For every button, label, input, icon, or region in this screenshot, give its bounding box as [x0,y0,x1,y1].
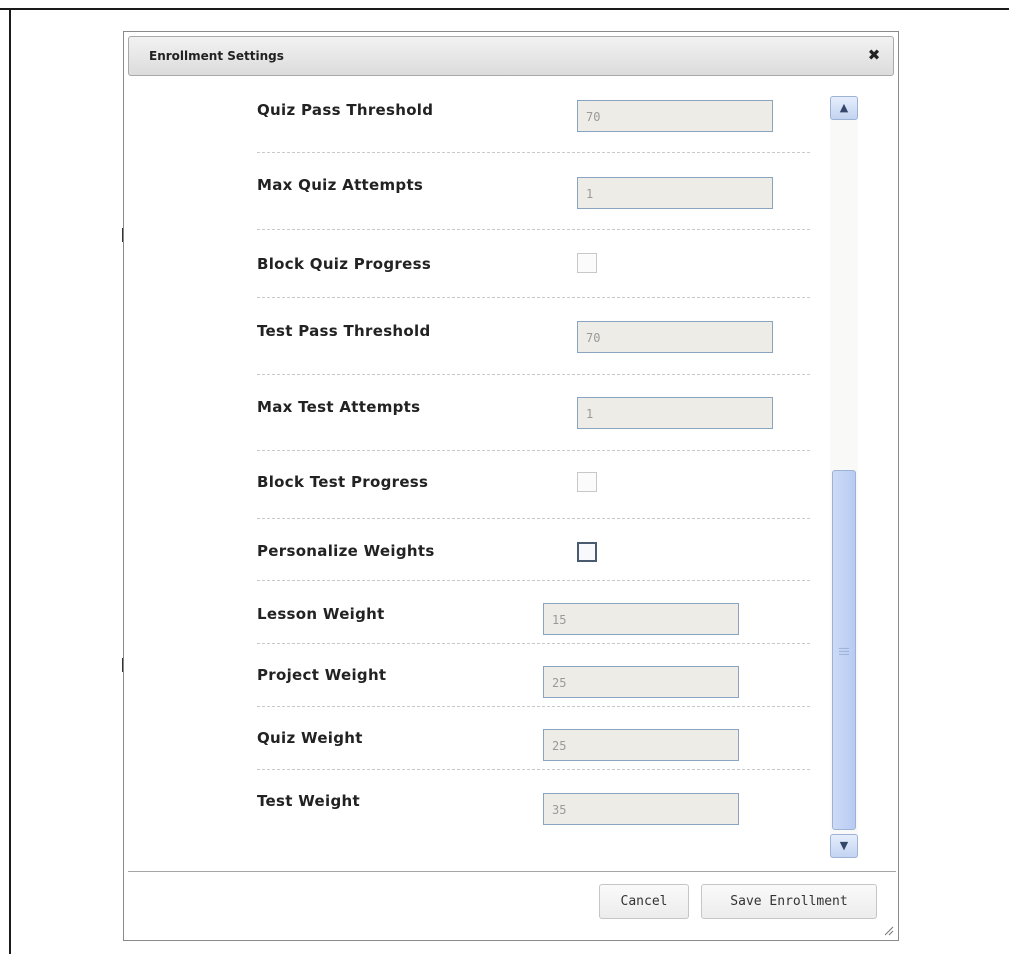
save-enrollment-button[interactable]: Save Enrollment [701,884,877,919]
chevron-down-icon: ▼ [839,839,849,852]
enrollment-settings-dialog: Enrollment Settings ✖ Quiz Pass Threshol… [123,31,899,941]
row-divider [257,229,810,231]
chevron-up-icon: ▲ [839,101,849,114]
row-divider [257,152,810,154]
quiz-weight-input[interactable]: 25 [543,729,739,761]
max-quiz-attempts-input[interactable]: 1 [577,177,773,209]
block-quiz-progress-label: Block Quiz Progress [257,255,432,273]
cancel-button[interactable]: Cancel [599,884,689,919]
block-test-progress-label: Block Test Progress [257,473,429,491]
row-divider [257,643,810,645]
project-weight-label: Project Weight [257,666,387,684]
row-divider [257,518,810,520]
grip-icon: ― ― ― [839,643,849,660]
block-quiz-progress-checkbox[interactable] [577,253,597,273]
test-pass-threshold-input[interactable]: 70 [577,321,773,353]
row-divider [257,450,810,452]
scroll-down-button[interactable]: ▼ [830,834,858,858]
resize-handle-icon[interactable] [882,924,894,936]
project-weight-input[interactable]: 25 [543,666,739,698]
quiz-pass-threshold-label: Quiz Pass Threshold [257,101,434,119]
dialog-title: Enrollment Settings [149,49,284,63]
lesson-weight-label: Lesson Weight [257,605,385,623]
row-divider [257,706,810,708]
dialog-titlebar: Enrollment Settings ✖ [128,36,894,76]
frame-left-border [9,8,11,954]
scroll-thumb[interactable]: ― ― ― [832,470,856,830]
frame-top-border [0,8,1009,10]
row-divider [257,297,810,299]
close-icon[interactable]: ✖ [865,46,883,64]
block-test-progress-checkbox[interactable] [577,472,597,492]
test-pass-threshold-label: Test Pass Threshold [257,322,431,340]
personalize-weights-checkbox[interactable] [577,542,597,562]
row-divider [257,769,810,771]
test-weight-label: Test Weight [257,792,360,810]
test-weight-input[interactable]: 35 [543,793,739,825]
vertical-scrollbar[interactable]: ▲ ― ― ― ▼ [830,96,858,858]
personalize-weights-label: Personalize Weights [257,542,435,560]
quiz-pass-threshold-input[interactable]: 70 [577,100,773,132]
lesson-weight-input[interactable]: 15 [543,603,739,635]
max-test-attempts-input[interactable]: 1 [577,397,773,429]
max-test-attempts-label: Max Test Attempts [257,398,421,416]
max-quiz-attempts-label: Max Quiz Attempts [257,176,424,194]
quiz-weight-label: Quiz Weight [257,729,363,747]
row-divider [257,374,810,376]
scroll-up-button[interactable]: ▲ [830,96,858,120]
footer-divider [128,871,896,872]
row-divider [257,580,810,582]
